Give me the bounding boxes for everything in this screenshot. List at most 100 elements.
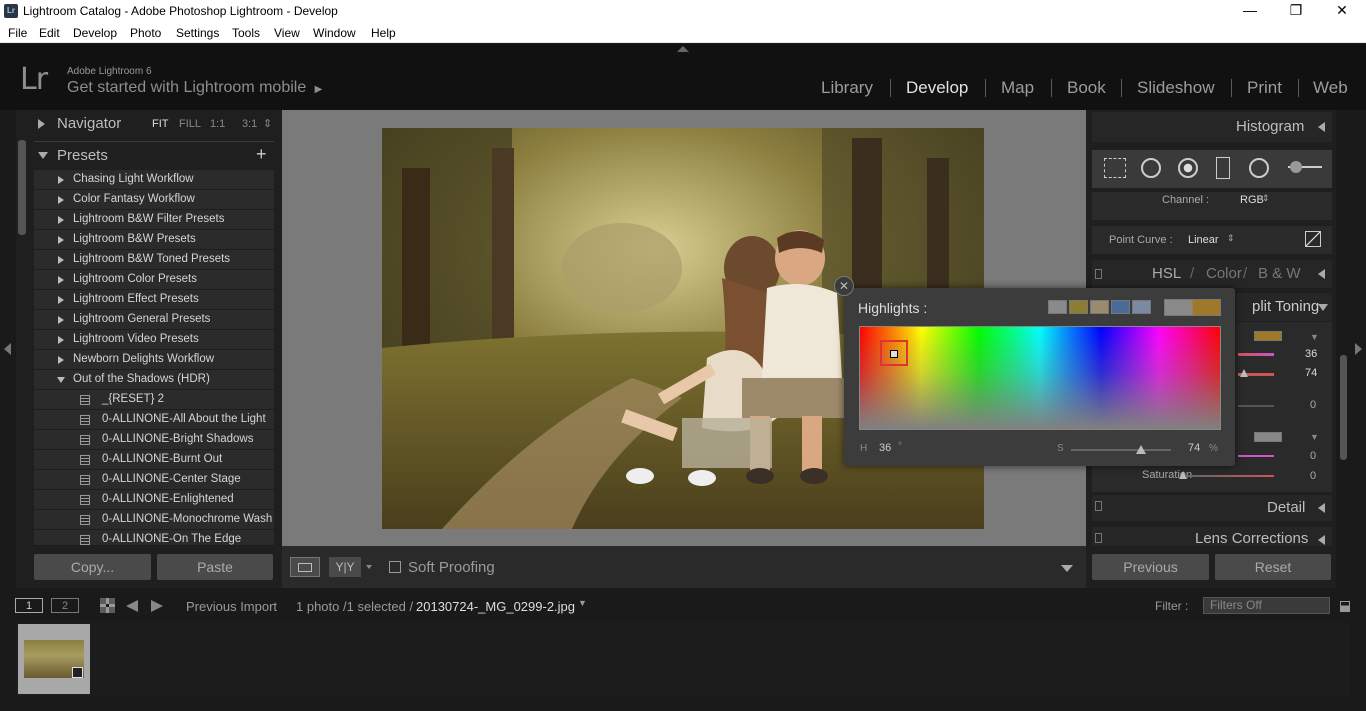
back-arrow-icon[interactable] (126, 600, 138, 612)
red-eye-icon[interactable] (1178, 158, 1198, 178)
filter-select[interactable]: Filters Off (1203, 597, 1330, 614)
forward-arrow-icon[interactable] (151, 600, 163, 612)
hue-saturation-field[interactable] (859, 326, 1221, 430)
zoom-1-1[interactable]: 1:1 (210, 118, 225, 130)
lens-corrections-header[interactable]: Lens Corrections (1092, 527, 1332, 546)
crop-tool-icon[interactable] (1104, 158, 1126, 178)
preset-folder[interactable]: Lightroom Color Presets (34, 270, 274, 290)
module-slideshow[interactable]: Slideshow (1137, 78, 1215, 98)
menu-window[interactable]: Window (313, 26, 356, 40)
shadow-saturation-value[interactable]: 0 (1310, 470, 1316, 482)
detail-header[interactable]: Detail (1092, 495, 1332, 521)
preset-item[interactable]: 0-ALLINONE-Bright Shadows (34, 430, 274, 450)
spot-removal-icon[interactable] (1141, 158, 1161, 178)
menu-develop[interactable]: Develop (73, 26, 117, 40)
restore-button[interactable]: ❐ (1273, 0, 1319, 23)
thumbnail-cell[interactable] (18, 624, 90, 694)
preset-item[interactable]: 0-ALLINONE-Enlightened (34, 490, 274, 510)
edit-curve-icon[interactable] (1305, 231, 1321, 247)
copy-button[interactable]: Copy... (34, 554, 151, 580)
graduated-filter-icon[interactable] (1216, 157, 1230, 179)
panel-switch-icon[interactable] (1095, 501, 1102, 511)
panel-switch-icon[interactable] (1095, 533, 1102, 543)
mobile-link[interactable]: Get started with Lightroom mobile ▶ (67, 79, 322, 97)
balance-slider-track[interactable] (1238, 405, 1274, 407)
hue-input[interactable]: 36 (879, 442, 891, 454)
preset-item[interactable]: 0-ALLINONE-On The Edge (34, 530, 274, 546)
histogram-header[interactable]: Histogram (1092, 112, 1332, 142)
zoom-fill[interactable]: FILL (179, 118, 201, 130)
panel-switch-icon[interactable] (1095, 269, 1102, 279)
minimize-button[interactable]: — (1227, 0, 1273, 23)
main-window-button[interactable]: 1 (15, 598, 43, 613)
point-curve-select[interactable]: Linear (1188, 234, 1219, 246)
saturation-value[interactable]: 74 (1305, 367, 1317, 379)
preset-item[interactable]: 0-ALLINONE-All About the Light (34, 410, 274, 430)
tab-hsl[interactable]: HSL (1152, 265, 1181, 282)
tab-color[interactable]: Color (1206, 265, 1242, 282)
module-map[interactable]: Map (1001, 78, 1034, 98)
saturation-slider-thumb[interactable] (1240, 369, 1248, 377)
menu-view[interactable]: View (274, 26, 300, 40)
preset-item[interactable]: 0-ALLINONE-Monochrome Wash (34, 510, 274, 530)
preset-folder[interactable]: Chasing Light Workflow (34, 170, 274, 190)
source-label[interactable]: Previous Import (186, 599, 277, 614)
zoom-3-1[interactable]: 3:1 (242, 118, 257, 130)
toolbar-content-dropdown-icon[interactable] (1061, 565, 1073, 572)
menu-settings[interactable]: Settings (176, 26, 219, 40)
module-develop[interactable]: Develop (906, 78, 968, 98)
preset-folder[interactable]: Lightroom Video Presets (34, 330, 274, 350)
zoom-fit[interactable]: FIT (152, 118, 169, 130)
shadow-saturation-thumb[interactable] (1179, 471, 1187, 479)
preset-item[interactable]: _{RESET} 2 (34, 390, 274, 410)
shadow-hue-value[interactable]: 0 (1310, 450, 1316, 462)
right-panel-scrollbar[interactable] (1340, 355, 1347, 460)
secondary-window-button[interactable]: 2 (51, 598, 79, 613)
close-picker-button[interactable]: ✕ (834, 276, 854, 296)
collapse-left-panel-icon[interactable] (4, 343, 11, 355)
preset-swatch-1[interactable] (1048, 300, 1067, 314)
shadows-color-swatch[interactable] (1254, 432, 1282, 442)
preset-item[interactable]: 0-ALLINONE-Center Stage (34, 470, 274, 490)
presets-header[interactable]: Presets + (34, 143, 274, 171)
preset-folder[interactable]: Lightroom General Presets (34, 310, 274, 330)
radial-filter-icon[interactable] (1249, 158, 1269, 178)
soft-proofing-checkbox[interactable] (389, 561, 401, 573)
preset-folder[interactable]: Newborn Delights Workflow (34, 350, 274, 370)
hue-slider-track[interactable] (1238, 353, 1274, 356)
tab-bw[interactable]: B & W (1258, 265, 1301, 282)
preset-swatch-4[interactable] (1111, 300, 1130, 314)
preset-folder[interactable]: Lightroom B&W Filter Presets (34, 210, 274, 230)
picker-saturation-thumb[interactable] (1136, 445, 1146, 454)
filename-dropdown-icon[interactable]: ▼ (578, 598, 587, 608)
channel-select[interactable]: RGB (1240, 194, 1264, 206)
picker-saturation-slider[interactable] (1071, 449, 1171, 451)
shadow-hue-slider-track[interactable] (1238, 455, 1274, 457)
module-book[interactable]: Book (1067, 78, 1106, 98)
zoom-dropdown-icon[interactable]: ⇕ (263, 117, 272, 130)
module-web[interactable]: Web (1313, 78, 1348, 98)
preset-item[interactable]: 0-ALLINONE-Burnt Out (34, 450, 274, 470)
preset-swatch-5[interactable] (1132, 300, 1151, 314)
left-panel-scrollbar[interactable] (18, 140, 26, 235)
filter-lock-icon[interactable] (1340, 601, 1350, 612)
paste-button[interactable]: Paste (157, 554, 273, 580)
hue-value[interactable]: 36 (1305, 348, 1317, 360)
preset-folder[interactable]: Lightroom B&W Toned Presets (34, 250, 274, 270)
hsl-header[interactable]: HSL / Color / B & W (1092, 260, 1332, 288)
saturation-input[interactable]: 74 (1188, 442, 1200, 454)
previous-button[interactable]: Previous (1092, 554, 1209, 580)
before-after-dropdown-icon[interactable] (366, 565, 372, 569)
preset-folder[interactable]: Lightroom B&W Presets (34, 230, 274, 250)
grid-view-icon[interactable] (100, 598, 115, 613)
module-library[interactable]: Library (821, 78, 873, 98)
loupe-view-button[interactable] (290, 557, 320, 577)
before-after-button[interactable]: Y|Y (329, 557, 361, 577)
balance-value[interactable]: 0 (1310, 399, 1316, 411)
preset-swatch-3[interactable] (1090, 300, 1109, 314)
menu-edit[interactable]: Edit (39, 26, 60, 40)
menu-tools[interactable]: Tools (232, 26, 260, 40)
preset-folder[interactable]: Color Fantasy Workflow (34, 190, 274, 210)
menu-photo[interactable]: Photo (130, 26, 161, 40)
preset-swatch-2[interactable] (1069, 300, 1088, 314)
